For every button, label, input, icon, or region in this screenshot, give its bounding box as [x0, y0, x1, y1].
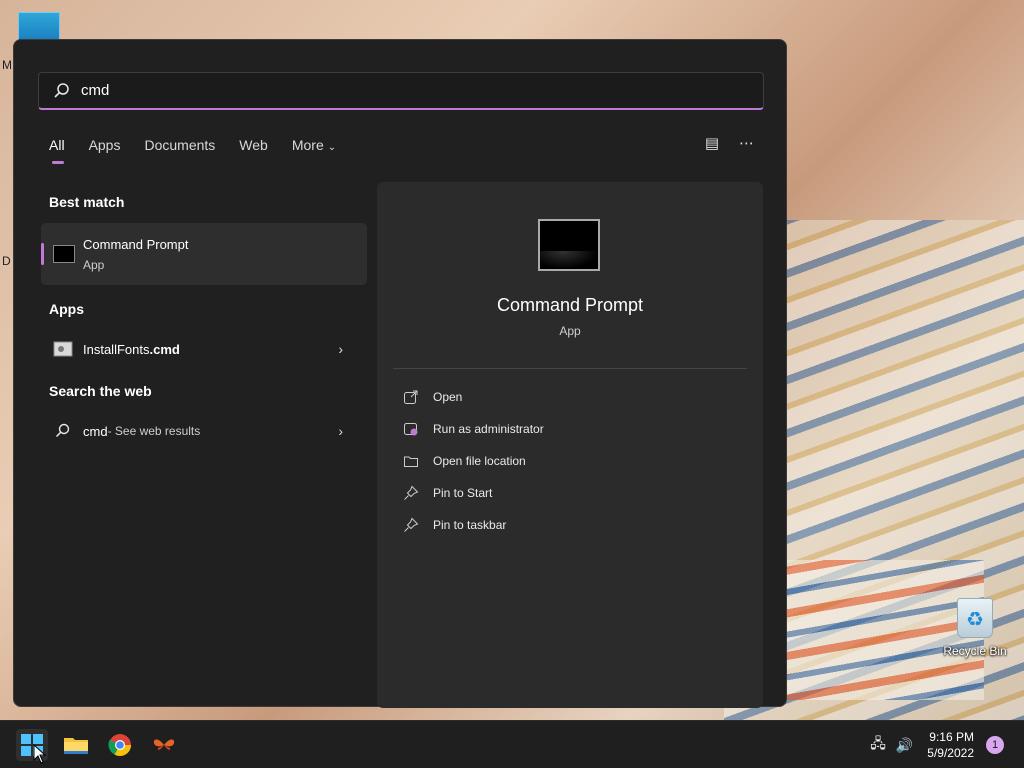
tab-web[interactable]: Web — [239, 137, 268, 153]
butterfly-icon — [153, 739, 175, 750]
search-web-heading: Search the web — [49, 383, 152, 399]
more-options-icon[interactable]: ⋯ — [739, 134, 754, 152]
action-open-file-location[interactable]: Open file location — [403, 451, 526, 471]
pin-icon — [404, 517, 419, 532]
chevron-right-icon: › — [338, 341, 343, 357]
best-match-item[interactable]: Command Prompt App — [41, 223, 367, 285]
account-switch-icon[interactable]: ▤ — [705, 134, 719, 152]
panel-options: ▤ ⋯ — [705, 134, 754, 152]
clock[interactable]: 9:16 PM 5/9/2022 — [927, 729, 974, 761]
detail-title: Command Prompt — [496, 295, 644, 315]
action-pin-to-taskbar[interactable]: Pin to taskbar — [403, 515, 506, 535]
search-icon — [55, 423, 70, 438]
taskbar: 🖧 🔊 9:16 PM 5/9/2022 1 — [0, 720, 1024, 768]
recycle-bin-icon: ♻ — [957, 598, 993, 638]
clock-time: 9:16 PM — [929, 730, 974, 744]
network-icon[interactable]: 🖧 — [870, 733, 886, 757]
app-result-label: InstallFonts.cmd — [83, 342, 180, 357]
search-input[interactable] — [81, 82, 681, 99]
detail-subtitle: App — [559, 324, 581, 338]
desktop-icon-label: M — [2, 58, 12, 72]
command-prompt-icon — [538, 219, 600, 271]
app-button[interactable] — [148, 729, 180, 761]
action-run-as-administrator[interactable]: Run as administrator — [403, 419, 544, 439]
desktop-icon-label: D — [2, 254, 11, 268]
search-box[interactable] — [38, 72, 764, 110]
divider — [393, 368, 747, 369]
chrome-button[interactable] — [104, 729, 136, 761]
start-search-panel: All Apps Documents Web More⌄ ▤ ⋯ Best ma… — [13, 39, 787, 708]
clock-date: 5/9/2022 — [927, 746, 974, 760]
tab-documents[interactable]: Documents — [144, 137, 215, 153]
chrome-icon — [108, 734, 131, 756]
chevron-right-icon: › — [338, 423, 343, 439]
folder-icon — [64, 738, 88, 754]
search-filter-tabs: All Apps Documents Web More ⌄ — [49, 137, 360, 164]
file-explorer-button[interactable] — [60, 729, 92, 761]
app-result-name: InstallFonts — [83, 341, 150, 357]
best-match-heading: Best match — [49, 194, 125, 210]
action-label: Open file location — [433, 454, 526, 468]
script-file-icon — [53, 341, 73, 357]
tab-more[interactable]: More ⌄ — [292, 137, 336, 153]
web-query-suffix: - See web results — [107, 424, 201, 438]
tab-all[interactable]: All — [49, 137, 65, 164]
folder-icon — [404, 456, 418, 467]
shield-icon — [404, 423, 418, 436]
apps-heading: Apps — [49, 301, 84, 317]
command-prompt-icon — [53, 245, 75, 263]
best-match-title: Command Prompt — [83, 237, 189, 252]
recycle-bin[interactable]: ♻ Recycle Bin — [940, 598, 1010, 658]
action-label: Pin to Start — [433, 486, 493, 500]
web-query: cmd — [83, 423, 108, 439]
desktop-icon[interactable] — [18, 12, 60, 42]
action-pin-to-start[interactable]: Pin to Start — [403, 483, 492, 503]
system-tray: 🖧 🔊 9:16 PM 5/9/2022 1 — [870, 721, 1024, 768]
app-result-installfonts[interactable]: InstallFonts.cmd › — [53, 338, 353, 360]
detail-pane: Command Prompt App Open Run as administr… — [377, 182, 763, 708]
mouse-cursor-icon — [33, 744, 47, 764]
action-open[interactable]: Open — [403, 387, 462, 407]
pin-icon — [404, 485, 419, 500]
recycle-bin-label: Recycle Bin — [943, 644, 1007, 658]
tab-more-label: More — [291, 137, 324, 153]
action-label: Pin to taskbar — [433, 518, 507, 532]
notification-badge[interactable]: 1 — [986, 736, 1004, 754]
action-label: Run as administrator — [433, 422, 544, 436]
volume-icon[interactable]: 🔊 — [896, 737, 913, 754]
search-icon — [54, 82, 69, 98]
best-match-subtitle: App — [83, 258, 105, 272]
tab-apps[interactable]: Apps — [89, 137, 121, 153]
action-label: Open — [433, 390, 463, 404]
app-result-extension: .cmd — [149, 341, 180, 357]
open-external-icon — [404, 390, 418, 404]
web-search-result[interactable]: cmd - See web results › — [53, 420, 353, 442]
chevron-down-icon: ⌄ — [327, 142, 337, 153]
